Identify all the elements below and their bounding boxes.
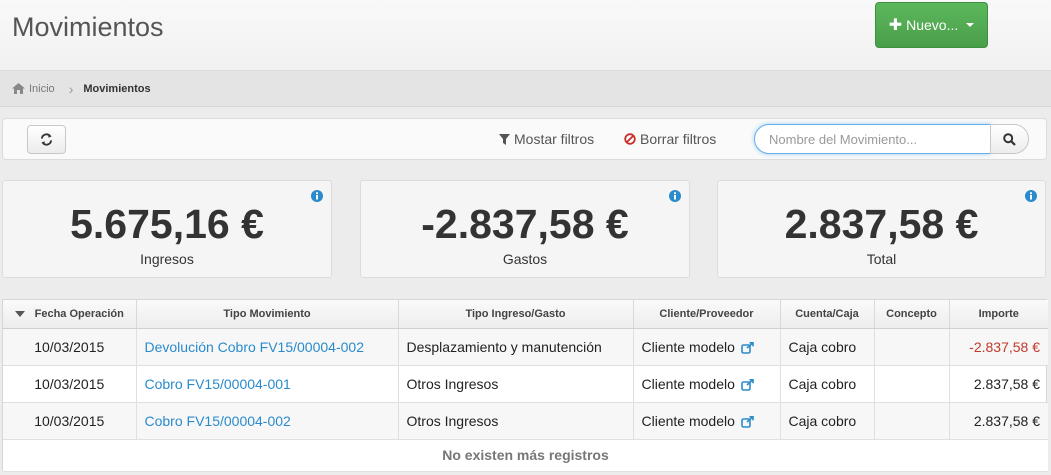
external-link-icon[interactable] <box>741 341 754 354</box>
cell-tipo-link[interactable]: Cobro FV15/00004-001 <box>136 365 399 403</box>
stat-value: 2.837,58 € <box>784 201 979 247</box>
column-header-label: Fecha Operación <box>34 307 124 320</box>
cell-tipo-ig: Desplazamiento y manutención <box>398 328 634 366</box>
cell-fecha: 10/03/2015 <box>3 328 137 366</box>
column-header-importe[interactable]: Importe <box>949 300 1048 329</box>
clear-filters-link[interactable]: Borrar filtros <box>624 131 716 147</box>
stat-value: 5.675,16 € <box>70 201 264 247</box>
cell-cuenta: Caja cobro <box>780 328 875 366</box>
breadcrumb-current: Movimientos <box>83 82 151 95</box>
stat-card-total: 2.837,58 € Total <box>717 180 1046 278</box>
show-filters-label: Mostar filtros <box>514 131 595 147</box>
cell-importe: -2.837,58 € <box>949 328 1048 366</box>
refresh-icon <box>40 133 53 146</box>
cell-cliente: Cliente modelo <box>633 365 781 403</box>
search-button[interactable] <box>990 124 1029 154</box>
new-button-label: Nuevo... <box>906 17 959 33</box>
stat-value: -2.837,58 € <box>421 201 629 247</box>
page-header: Movimientos ✚ Nuevo... <box>0 0 1051 71</box>
column-header-fecha[interactable]: Fecha Operación <box>3 300 137 329</box>
cell-tipo-link[interactable]: Devolución Cobro FV15/00004-002 <box>136 328 399 366</box>
cliente-label: Cliente modelo <box>641 375 735 392</box>
column-header-cliente[interactable]: Cliente/Proveedor <box>633 300 781 329</box>
plus-icon: ✚ <box>888 17 903 34</box>
breadcrumb-home-label: Inicio <box>29 82 55 95</box>
cell-concepto <box>874 402 950 440</box>
sort-desc-icon <box>14 310 25 317</box>
cell-concepto <box>874 365 950 403</box>
column-header-cuenta[interactable]: Cuenta/Caja <box>780 300 875 329</box>
no-more-records: No existen más registros <box>3 439 1048 472</box>
new-button[interactable]: ✚ Nuevo... <box>875 2 988 48</box>
refresh-button[interactable] <box>27 125 66 154</box>
cell-cuenta: Caja cobro <box>780 365 875 403</box>
cell-cuenta: Caja cobro <box>780 402 875 440</box>
column-header-concepto[interactable]: Concepto <box>874 300 950 329</box>
movements-table: Fecha Operación Tipo Movimiento Tipo Ing… <box>2 299 1048 472</box>
caret-down-icon <box>966 23 975 27</box>
cell-tipo-ig: Otros Ingresos <box>398 365 634 403</box>
stat-label: Total <box>866 251 897 267</box>
cell-tipo-link[interactable]: Cobro FV15/00004-002 <box>136 402 399 440</box>
cell-fecha: 10/03/2015 <box>3 365 137 403</box>
ban-icon <box>624 133 636 145</box>
cell-cliente: Cliente modelo <box>633 328 781 366</box>
external-link-icon[interactable] <box>741 378 754 391</box>
cell-importe: 2.837,58 € <box>949 402 1048 440</box>
external-link-icon[interactable] <box>741 415 754 428</box>
stat-label: Gastos <box>502 251 548 267</box>
cell-fecha: 10/03/2015 <box>3 402 137 440</box>
table-row[interactable]: 10/03/2015 Cobro FV15/00004-002 Otros In… <box>3 402 1048 440</box>
cliente-label: Cliente modelo <box>641 412 735 429</box>
search-input[interactable] <box>754 124 991 154</box>
cliente-label: Cliente modelo <box>641 338 735 355</box>
table-footer-row: No existen más registros <box>3 439 1048 472</box>
filter-icon <box>499 133 510 145</box>
stat-card-ingresos: 5.675,16 € Ingresos <box>2 180 332 278</box>
toolbar: Mostar filtros Borrar filtros <box>2 118 1047 160</box>
cell-importe: 2.837,58 € <box>949 365 1048 403</box>
breadcrumb: Inicio › Movimientos <box>0 71 1051 107</box>
table-row[interactable]: 10/03/2015 Cobro FV15/00004-001 Otros In… <box>3 365 1048 403</box>
show-filters-link[interactable]: Mostar filtros <box>499 131 594 147</box>
page-title: Movimientos <box>12 12 164 42</box>
cell-cliente: Cliente modelo <box>633 402 781 440</box>
search-icon <box>1003 132 1016 146</box>
cell-tipo-ig: Otros Ingresos <box>398 402 634 440</box>
chevron-right-icon: › <box>68 80 74 97</box>
table-header-row: Fecha Operación Tipo Movimiento Tipo Ing… <box>3 300 1048 329</box>
column-header-tipo-ig[interactable]: Tipo Ingreso/Gasto <box>398 300 634 329</box>
home-icon <box>12 83 25 94</box>
stat-label: Ingresos <box>140 251 194 267</box>
breadcrumb-home[interactable]: Inicio <box>12 83 55 95</box>
column-header-tipo[interactable]: Tipo Movimiento <box>136 300 399 329</box>
clear-filters-label: Borrar filtros <box>640 131 717 147</box>
cell-concepto <box>874 328 950 366</box>
table-row[interactable]: 10/03/2015 Devolución Cobro FV15/00004-0… <box>3 328 1048 366</box>
stat-card-gastos: -2.837,58 € Gastos <box>360 180 690 278</box>
